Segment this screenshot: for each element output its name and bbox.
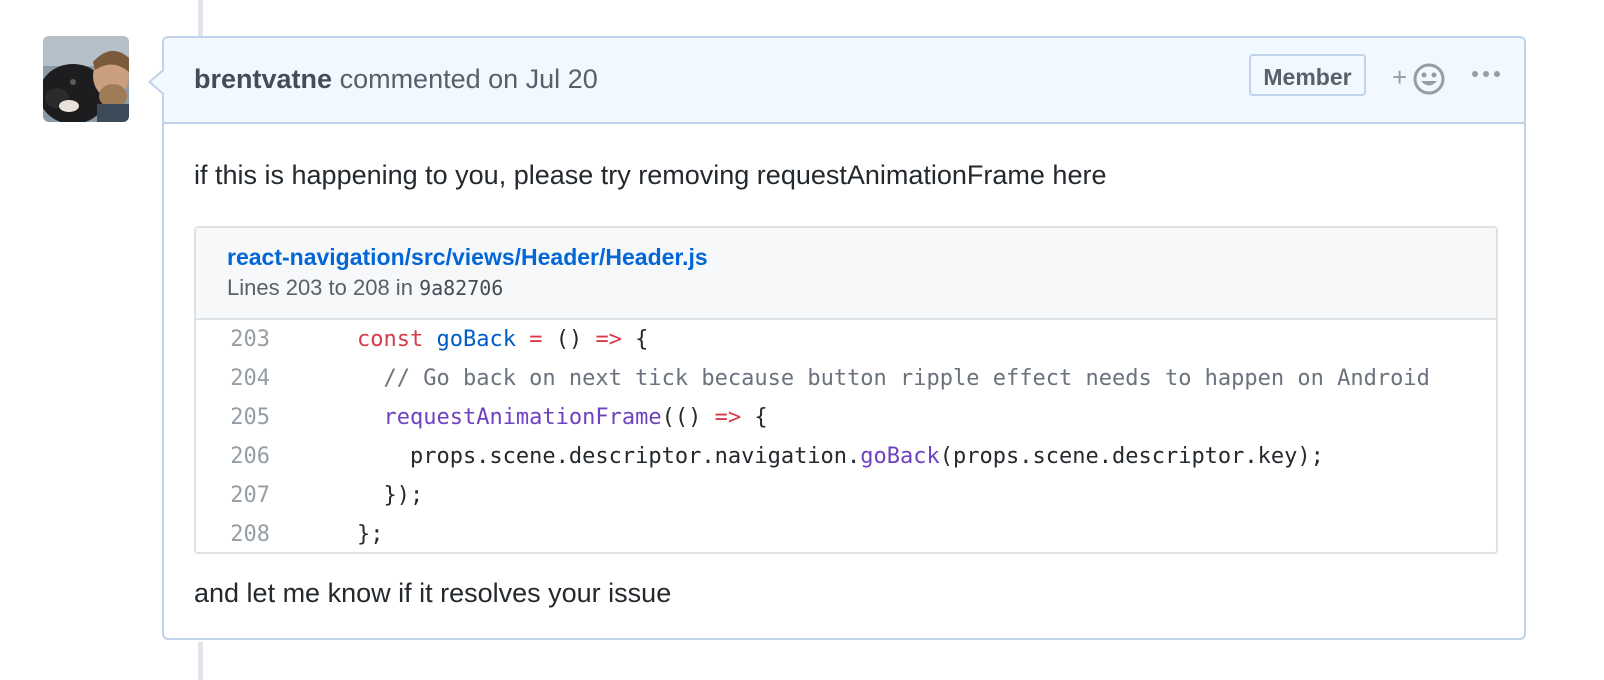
code-line: 207 }); <box>196 476 1496 515</box>
timeline-line-top <box>198 0 203 36</box>
code-token: { <box>741 405 768 430</box>
comment-container: brentvatne commented on Jul 20 Member + … <box>148 36 1526 640</box>
code-token: const <box>356 327 424 352</box>
comment-body-paragraph: and let me know if it resolves your issu… <box>194 578 672 608</box>
code-line: 204 // Go back on next tick because butt… <box>196 359 1496 398</box>
comment-header: brentvatne commented on Jul 20 Member + <box>164 38 1524 124</box>
line-number[interactable]: 204 <box>196 359 270 398</box>
code-text: requestAnimationFrame(() => { <box>304 398 768 437</box>
author-link[interactable]: brentvatne <box>194 64 332 94</box>
comment-timestamp[interactable]: commented on Jul 20 <box>340 64 598 94</box>
more-options-button[interactable] <box>1470 64 1502 84</box>
code-embed: react-navigation/src/views/Header/Header… <box>194 226 1498 554</box>
code-text: }; <box>304 515 384 552</box>
code-token: { <box>621 327 649 352</box>
avatar-image <box>43 36 129 122</box>
line-number[interactable]: 206 <box>196 437 270 476</box>
code-token: goBack <box>860 444 940 469</box>
line-number[interactable]: 207 <box>196 476 270 515</box>
lines-range-text: Lines 203 to 208 in <box>227 275 413 300</box>
line-number[interactable]: 208 <box>196 515 270 552</box>
smiley-icon <box>1413 63 1445 95</box>
code-text: const goBack = () => { <box>304 320 648 359</box>
member-badge: Member <box>1249 54 1366 96</box>
comment-body-paragraph: if this is happening to you, please try … <box>194 160 1107 190</box>
code-text: }); <box>304 476 423 515</box>
line-number[interactable]: 203 <box>196 320 270 359</box>
code-token: => <box>714 405 742 430</box>
file-path-link[interactable]: react-navigation/src/views/Header/Header… <box>227 244 708 271</box>
code-line: 205 requestAnimationFrame(() => { <box>196 398 1496 437</box>
code-embed-header: react-navigation/src/views/Header/Header… <box>196 228 1496 320</box>
code-line: 206 props.scene.descriptor.navigation.go… <box>196 437 1496 476</box>
code-token: () <box>542 327 596 352</box>
avatar[interactable] <box>43 36 129 122</box>
commit-sha-link[interactable]: 9a82706 <box>419 276 503 300</box>
code-text: props.scene.descriptor.navigation.goBack… <box>304 437 1324 476</box>
code-line: 208 }; <box>196 515 1496 552</box>
timeline-line-bottom <box>198 642 203 680</box>
code-text: // Go back on next tick because button r… <box>304 359 1430 398</box>
line-number[interactable]: 205 <box>196 398 270 437</box>
code-token: props.scene.descriptor.navigation. <box>304 444 861 469</box>
lines-info: Lines 203 to 208 in 9a82706 <box>227 275 503 301</box>
code-token: requestAnimationFrame <box>383 405 662 430</box>
code-token: = <box>529 327 543 352</box>
code-token: goBack <box>436 327 516 352</box>
code-body: 203 const goBack = () => {204 // Go back… <box>196 320 1496 552</box>
kebab-horizontal-icon <box>1472 71 1500 77</box>
plus-icon: + <box>1392 62 1408 92</box>
code-token: }); <box>304 483 424 508</box>
code-token: }; <box>304 522 384 547</box>
code-token: => <box>595 327 622 352</box>
code-token: // Go back on next tick because button r… <box>383 366 1430 391</box>
add-reaction-button[interactable]: + <box>1392 60 1448 98</box>
code-line: 203 const goBack = () => { <box>196 320 1496 359</box>
code-token: (props.scene.descriptor.key); <box>939 444 1324 469</box>
code-token: (() <box>661 405 715 430</box>
comment-header-text: brentvatne commented on Jul 20 <box>194 64 598 95</box>
